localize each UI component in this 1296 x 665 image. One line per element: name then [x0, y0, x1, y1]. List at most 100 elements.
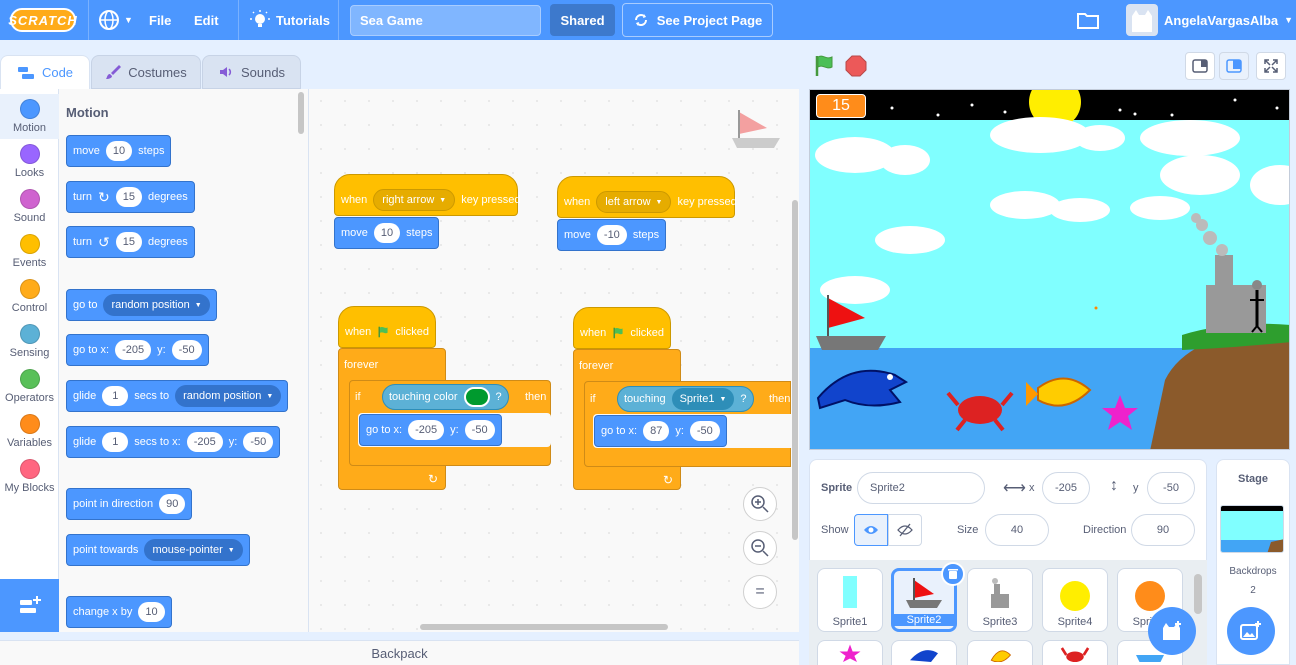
move-steps-block[interactable]: move -10 steps [557, 219, 667, 251]
direction-input[interactable]: 90 [1131, 514, 1195, 546]
secs-input[interactable]: 1 [102, 432, 129, 452]
key-dropdown[interactable]: left arrow ▼ [596, 191, 672, 213]
project-title-input[interactable]: Sea Game [350, 5, 541, 36]
sprite-tile[interactable]: Sprite3 [967, 568, 1033, 632]
move-steps-block[interactable]: move 10 steps [334, 217, 440, 249]
category-sound[interactable]: Sound [0, 184, 59, 229]
zoom-reset-button[interactable]: = [743, 575, 777, 609]
turn-right-block[interactable]: turn ↻ 15 degrees [66, 181, 195, 213]
stage-canvas[interactable]: 15 [809, 89, 1290, 450]
stop-button[interactable] [845, 55, 867, 80]
goto-target-dropdown[interactable]: random position ▼ [103, 294, 210, 316]
glide-target-dropdown[interactable]: random position ▼ [175, 385, 282, 407]
color-picker[interactable] [463, 387, 490, 407]
y-input[interactable]: -50 [171, 340, 202, 360]
category-operators[interactable]: Operators [0, 364, 59, 409]
zoom-in-button[interactable] [743, 487, 777, 521]
sprite-tile[interactable]: Sprite1 [817, 568, 883, 632]
when-key-pressed-block[interactable]: when right arrow ▼ key pressed [334, 174, 521, 216]
category-sensing[interactable]: Sensing [0, 319, 59, 364]
vertical-scrollbar[interactable] [792, 200, 798, 540]
touching-block[interactable]: touching Sprite1 ▼ ? [617, 386, 754, 412]
steps-input[interactable]: 10 [373, 223, 401, 243]
y-input[interactable]: -50 [464, 420, 495, 440]
x-input[interactable]: -205 [1042, 472, 1090, 504]
x-input[interactable]: 87 [643, 421, 670, 441]
zoom-out-button[interactable] [743, 531, 777, 565]
choose-sprite-button[interactable] [1148, 607, 1196, 655]
steps-input[interactable]: 10 [105, 141, 133, 161]
steps-input[interactable]: -10 [596, 225, 627, 245]
category-control[interactable]: Control [0, 274, 59, 319]
turn-left-block[interactable]: turn ↺ 15 degrees [66, 226, 195, 258]
key-dropdown[interactable]: right arrow ▼ [373, 189, 456, 211]
fullscreen-button[interactable] [1256, 52, 1286, 80]
when-flag-clicked-block[interactable]: when clicked [573, 307, 671, 349]
degrees-input[interactable]: 15 [115, 232, 142, 252]
direction-input[interactable]: 90 [159, 494, 186, 514]
secs-input[interactable]: 1 [102, 386, 129, 406]
palette-scrollbar[interactable] [298, 92, 304, 134]
change-x-block[interactable]: change x by 10 [66, 596, 172, 628]
x-input[interactable]: -205 [115, 340, 152, 360]
account-menu[interactable]: AngelaVargasAlba ▼ [1164, 0, 1293, 40]
x-input[interactable]: -205 [408, 420, 445, 440]
show-button[interactable] [854, 514, 888, 546]
towards-target-dropdown[interactable]: mouse-pointer ▼ [144, 539, 243, 561]
x-input[interactable]: -205 [186, 432, 223, 452]
go-to-xy-block[interactable]: go to x: -205 y: -50 [359, 414, 502, 446]
category-motion[interactable]: Motion [0, 94, 59, 139]
change-x-input[interactable]: 10 [138, 602, 165, 622]
sprite-tile[interactable] [967, 640, 1033, 665]
tutorials-button[interactable]: Tutorials [250, 0, 330, 40]
hide-button[interactable] [888, 514, 922, 546]
go-to-block[interactable]: go to random position ▼ [66, 289, 217, 321]
go-to-xy-block[interactable]: go to x: -205 y: -50 [66, 334, 209, 366]
choose-backdrop-button[interactable] [1227, 607, 1275, 655]
delete-sprite-button[interactable] [941, 562, 965, 586]
point-towards-block[interactable]: point towards mouse-pointer ▼ [66, 534, 250, 566]
category-events[interactable]: Events [0, 229, 59, 274]
glide-to-block[interactable]: glide 1 secs to random position ▼ [66, 380, 289, 412]
glide-to-xy-block[interactable]: glide 1 secs to x: -205 y: -50 [66, 426, 281, 458]
touching-target-dropdown[interactable]: Sprite1 ▼ [671, 388, 735, 410]
language-menu[interactable]: ▼ [98, 0, 133, 40]
sprite-list-scrollbar[interactable] [1194, 574, 1202, 614]
size-input[interactable]: 40 [985, 514, 1049, 546]
add-extension-button[interactable] [0, 579, 59, 632]
y-input[interactable]: -50 [243, 432, 274, 452]
tab-code[interactable]: Code [0, 55, 90, 89]
touching-color-block[interactable]: touching color ? [382, 384, 509, 410]
when-flag-clicked-block[interactable]: when clicked [338, 306, 436, 348]
sprite-name-input[interactable]: Sprite2 [857, 472, 985, 504]
degrees-input[interactable]: 15 [115, 187, 142, 207]
normal-stage-button[interactable] [1219, 52, 1249, 80]
category-variables[interactable]: Variables [0, 409, 59, 454]
category-looks[interactable]: Looks [0, 139, 59, 184]
scratch-logo[interactable]: SCRATCH [8, 8, 77, 32]
small-stage-button[interactable] [1185, 52, 1215, 80]
go-to-xy-block[interactable]: go to x: 87 y: -50 [594, 415, 727, 447]
sprite-tile[interactable] [817, 640, 883, 665]
backpack[interactable]: Backpack [0, 640, 799, 665]
backdrop-thumbnail[interactable] [1220, 505, 1284, 553]
category-my-blocks[interactable]: My Blocks [0, 454, 59, 499]
move-steps-block[interactable]: move 10 steps [66, 135, 172, 167]
y-input[interactable]: -50 [689, 421, 720, 441]
see-project-page-button[interactable]: See Project Page [622, 3, 773, 37]
green-flag-button[interactable] [813, 55, 835, 80]
sprite-tile[interactable] [1042, 640, 1108, 665]
sprite-tile[interactable] [891, 640, 957, 665]
sprite-tile[interactable]: Sprite4 [1042, 568, 1108, 632]
file-menu[interactable]: File [149, 0, 171, 40]
tab-sounds[interactable]: Sounds [202, 55, 301, 89]
point-direction-block[interactable]: point in direction 90 [66, 488, 193, 520]
my-stuff-button[interactable] [1076, 0, 1100, 40]
shared-button[interactable]: Shared [550, 4, 615, 36]
avatar[interactable] [1126, 4, 1158, 36]
y-input[interactable]: -50 [1147, 472, 1195, 504]
when-key-pressed-block[interactable]: when left arrow ▼ key pressed [557, 176, 737, 218]
horizontal-scrollbar[interactable] [420, 624, 668, 630]
tab-costumes[interactable]: Costumes [91, 55, 201, 89]
edit-menu[interactable]: Edit [194, 0, 219, 40]
